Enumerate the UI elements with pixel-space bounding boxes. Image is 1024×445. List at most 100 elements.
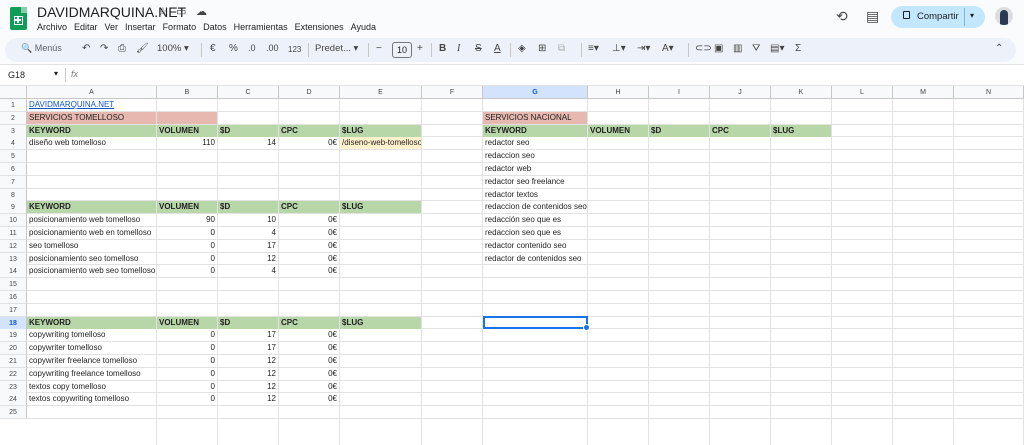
column-header-a[interactable]: A — [27, 86, 157, 99]
share-button[interactable]: Compartir ▾ — [891, 6, 985, 28]
menu-archivo[interactable]: Archivo — [37, 22, 67, 32]
borders-icon[interactable]: ⊞ — [538, 43, 546, 54]
comments-icon[interactable]: ▤ — [866, 8, 879, 25]
column-header-k[interactable]: K — [771, 86, 832, 99]
redo-icon[interactable]: ↷ — [100, 43, 108, 54]
currency-button[interactable]: € — [210, 43, 216, 54]
column-header-h[interactable]: H — [588, 86, 649, 99]
column-header-j[interactable]: J — [710, 86, 771, 99]
row-header-22[interactable]: 22 — [0, 367, 27, 381]
text-color-icon[interactable]: A — [494, 43, 501, 54]
row-header-14[interactable]: 14 — [0, 265, 27, 279]
paint-format-icon[interactable]: 🖌 — [136, 43, 149, 54]
row-header-10[interactable]: 10 — [0, 214, 27, 228]
decrease-decimals-button[interactable]: .0 — [248, 43, 256, 53]
row-header-19[interactable]: 19 — [0, 329, 27, 343]
strikethrough-icon[interactable]: S — [475, 43, 482, 54]
row-header-3[interactable]: 3 — [0, 124, 27, 138]
insert-comment-icon[interactable]: ▣ — [714, 43, 723, 54]
decrease-font-icon[interactable]: − — [376, 43, 382, 54]
spreadsheet-grid[interactable]: A B C D E F G H I J K L M N 1 2 3 4 5 6 7 8 9 10 11 12 13 14 15 16 17 1… — [0, 86, 1024, 445]
row-header-1[interactable]: 1 — [0, 99, 27, 112]
menu-herramientas[interactable]: Herramientas — [234, 22, 288, 32]
insert-link-icon[interactable]: ⊂⊃ — [695, 43, 712, 54]
row-header-18[interactable]: 18 — [0, 316, 27, 330]
row-header-20[interactable]: 20 — [0, 342, 27, 356]
column-header-f[interactable]: F — [422, 86, 483, 99]
row-header-25[interactable]: 25 — [0, 406, 27, 420]
text-rotation-icon[interactable]: A▾ — [662, 43, 674, 54]
history-icon[interactable]: ⟲ — [836, 8, 848, 25]
row-header-6[interactable]: 6 — [0, 163, 27, 176]
row-header-21[interactable]: 21 — [0, 355, 27, 368]
site-link[interactable]: DAVIDMARQUINA.NET — [27, 99, 156, 111]
undo-icon[interactable]: ↶ — [82, 43, 90, 54]
column-header-m[interactable]: M — [893, 86, 954, 99]
menu-formato[interactable]: Formato — [163, 22, 197, 32]
fill-color-icon[interactable]: ◈ — [518, 43, 526, 54]
row-header-9[interactable]: 9 — [0, 201, 27, 215]
zoom-select[interactable]: 100% ▾ — [157, 43, 189, 54]
increase-decimals-button[interactable]: .00 — [266, 43, 279, 53]
column-header-l[interactable]: L — [832, 86, 893, 99]
row-header-12[interactable]: 12 — [0, 239, 27, 253]
bold-icon[interactable]: B — [439, 43, 446, 54]
fx-icon: fx — [71, 69, 79, 79]
percent-button[interactable]: % — [229, 43, 238, 54]
avatar[interactable] — [995, 7, 1013, 25]
column-header-d[interactable]: D — [279, 86, 340, 99]
formula-input[interactable] — [90, 67, 1010, 83]
filter-views-icon[interactable]: ▤▾ — [770, 43, 784, 54]
menu-ver[interactable]: Ver — [105, 22, 119, 32]
row-header-13[interactable]: 13 — [0, 252, 27, 266]
select-all-corner[interactable] — [0, 86, 27, 99]
row-header-5[interactable]: 5 — [0, 150, 27, 164]
menu-extensiones[interactable]: Extensiones — [295, 22, 344, 32]
column-header-g[interactable]: G — [483, 86, 588, 99]
collapse-toolbar-icon[interactable]: ⌃ — [995, 43, 1003, 54]
row-header-17[interactable]: 17 — [0, 303, 27, 317]
column-header-n[interactable]: N — [954, 86, 1024, 99]
column-header-b[interactable]: B — [157, 86, 218, 99]
table-header-slug: $LUG — [771, 124, 831, 137]
sheets-logo-icon[interactable] — [10, 7, 27, 30]
vertical-align-icon[interactable]: ⊥▾ — [612, 43, 626, 54]
menu-datos[interactable]: Datos — [203, 22, 227, 32]
italic-icon[interactable]: I — [457, 43, 460, 54]
merge-cells-icon[interactable]: ⧉ — [558, 43, 565, 54]
menu-insertar[interactable]: Insertar — [125, 22, 156, 32]
keyword-cell: copywriter freelance tomelloso — [29, 356, 138, 365]
star-icon[interactable]: ☆ — [158, 5, 168, 18]
search-menus[interactable]: 🔍 Menús — [21, 43, 62, 54]
row-header-8[interactable]: 8 — [0, 188, 27, 202]
menu-editar[interactable]: Editar — [74, 22, 98, 32]
row-header-4[interactable]: 4 — [0, 137, 27, 151]
name-box-dropdown-icon[interactable]: ▾ — [54, 69, 58, 78]
font-select[interactable]: Predet... ▾ — [315, 43, 358, 54]
text-wrap-icon[interactable]: ⇥▾ — [637, 43, 650, 54]
align-icon[interactable]: ≡▾ — [588, 43, 599, 54]
share-dropdown-icon[interactable]: ▾ — [970, 11, 974, 20]
insert-chart-icon[interactable]: ▥ — [733, 43, 742, 54]
column-header-i[interactable]: I — [649, 86, 710, 99]
row-header-11[interactable]: 11 — [0, 227, 27, 240]
selected-cell-g18[interactable] — [483, 315, 590, 332]
move-folder-icon[interactable]: ▭ — [176, 5, 186, 18]
increase-font-icon[interactable]: + — [417, 43, 423, 54]
filter-icon[interactable]: ⛛ — [752, 43, 760, 54]
column-header-e[interactable]: E — [340, 86, 422, 99]
row-header-15[interactable]: 15 — [0, 278, 27, 292]
menu-ayuda[interactable]: Ayuda — [351, 22, 376, 32]
number-format-button[interactable]: 123 — [288, 45, 301, 54]
functions-icon[interactable]: Σ — [795, 43, 801, 54]
row-header-7[interactable]: 7 — [0, 175, 27, 189]
font-size-input[interactable]: 10 — [392, 42, 412, 58]
row-header-16[interactable]: 16 — [0, 291, 27, 304]
row-header-24[interactable]: 24 — [0, 393, 27, 407]
name-box[interactable]: G18 — [8, 70, 25, 80]
print-icon[interactable]: ⎙ — [118, 43, 126, 54]
row-header-2[interactable]: 2 — [0, 111, 27, 125]
cloud-status-icon[interactable]: ☁ — [196, 5, 207, 18]
row-header-23[interactable]: 23 — [0, 380, 27, 394]
column-header-c[interactable]: C — [218, 86, 279, 99]
